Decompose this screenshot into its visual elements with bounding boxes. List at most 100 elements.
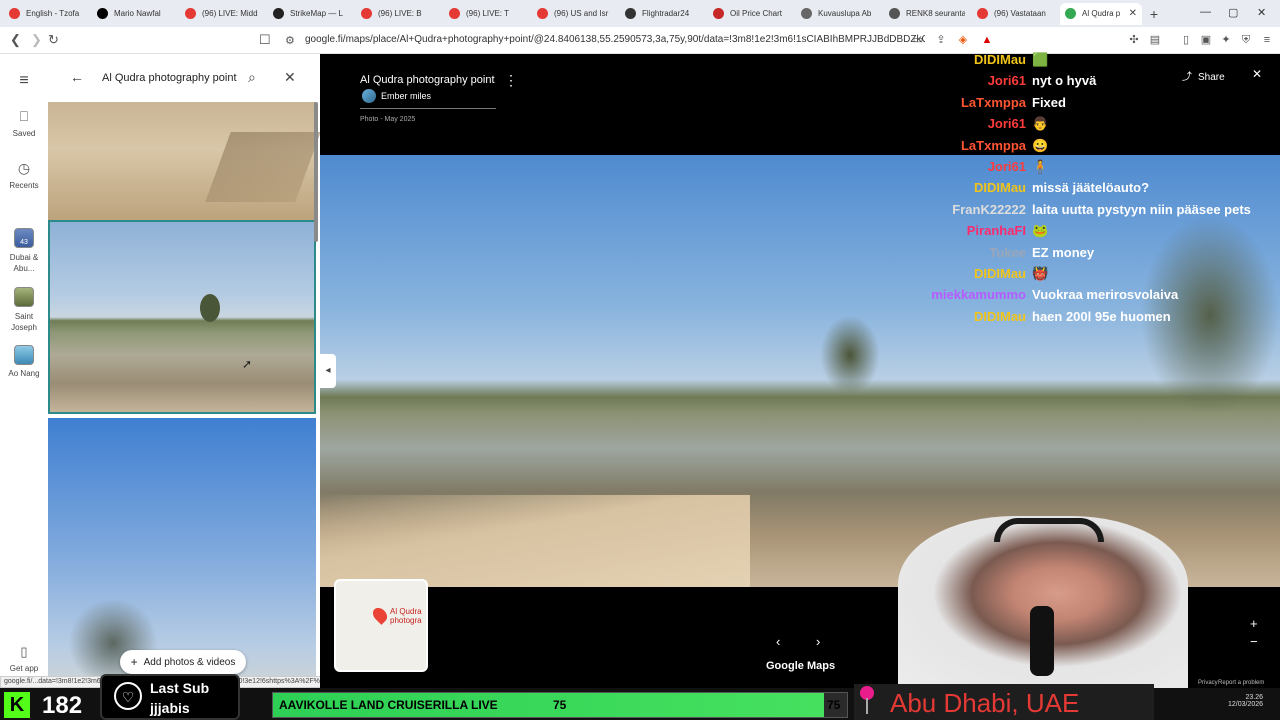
tab-label: (96) US and Isr (554, 9, 609, 18)
recent-label: Ao Nang (8, 369, 40, 378)
author-avatar[interactable] (362, 89, 376, 103)
google-maps-brand: Google Maps (766, 660, 836, 672)
place-title: Al Qudra photography point (360, 74, 495, 86)
microphone-decor (1030, 606, 1054, 676)
url-field[interactable]: google.fi/maps/place/Al+Qudra+photograph… (305, 34, 925, 45)
chat-username: FranK22222 (952, 201, 1026, 217)
kick-logo-icon: K (4, 692, 30, 718)
recent-thumb (14, 345, 34, 365)
menu-icon[interactable]: ≡ (1260, 33, 1274, 47)
tab-label: RENK8 seuranta (906, 9, 965, 18)
tab-favicon-icon (801, 8, 812, 19)
webcam-overlay (898, 516, 1188, 688)
clock-time: 23.26 (1245, 694, 1264, 701)
browser-tab[interactable]: (96) US and Isr (532, 3, 618, 25)
browser-tab[interactable]: (96) LIVE: T (444, 3, 530, 25)
tab-search-icon[interactable]: ▤ (1148, 33, 1162, 47)
minimap[interactable]: Al Qudra photogra (334, 579, 428, 672)
browser-tab[interactable]: English - Tzofa (4, 3, 90, 25)
tab-label: English - Tzofa (26, 9, 80, 18)
more-options-icon[interactable]: ⋮ (504, 72, 518, 89)
zoom-in-icon[interactable]: + (1250, 616, 1258, 631)
browser-tab[interactable]: Oil Price Chart (708, 3, 794, 25)
photo-thumbnail[interactable] (48, 418, 316, 688)
chat-text: nyt o hyvä (1032, 73, 1097, 89)
browser-tab[interactable]: Al Qudra p ✕ (1060, 2, 1142, 25)
saved-label: Saved (12, 129, 36, 138)
minimize-icon[interactable]: — (1200, 6, 1211, 18)
saved-button[interactable]: ⎕ Saved (0, 108, 48, 138)
clear-search-icon[interactable]: ✕ (284, 69, 296, 86)
browser-tab[interactable]: Flightradar24 (620, 3, 706, 25)
recent-item-ao-nang[interactable]: Ao Nang (0, 345, 48, 378)
maximize-icon[interactable]: ▢ (1228, 6, 1238, 19)
report-problem-link[interactable]: Report a problem (1218, 680, 1264, 686)
wallet-icon[interactable]: ▣ (1199, 33, 1213, 47)
new-tab-icon[interactable]: + (1144, 6, 1164, 22)
tab-favicon-icon (97, 8, 108, 19)
collapse-panel-button[interactable]: ◂ (320, 354, 336, 388)
browser-tab[interactable]: Kuvauslupa Ab (796, 3, 882, 25)
photo-thumbnail[interactable] (48, 102, 320, 220)
get-app-button[interactable]: ▯ Get app (0, 644, 48, 673)
chat-text: 👨 (1032, 116, 1049, 132)
cast-icon[interactable]: ▭ (911, 33, 925, 47)
vpn-icon[interactable]: ⛨ (1239, 33, 1253, 47)
recent-item-dubai[interactable]: 43 Dubai & Abu... (0, 228, 48, 274)
chat-message: DIDIMau missä jäätelöauto? (800, 180, 1280, 200)
site-info-icon[interactable]: ⚙ (285, 34, 295, 47)
last-sub-card: ♡ Last Sub jjjabis (100, 674, 240, 720)
search-input[interactable]: Al Qudra photography point (102, 72, 237, 84)
browser-tab[interactable]: Mario Nawfal (92, 3, 178, 25)
recent-thumb (14, 287, 34, 307)
chat-text: laita uutta pystyyn niin pääsee pets (1032, 201, 1251, 217)
recent-count-badge: 43 (20, 239, 28, 246)
search-icon[interactable]: ⌕ (248, 69, 256, 86)
share-icon[interactable]: ⇪ (934, 33, 948, 47)
tab-label: Mario Nawfal (114, 9, 161, 18)
leo-icon[interactable]: ✦ (1219, 33, 1233, 47)
browser-tab[interactable]: (96) Vastataan (972, 3, 1058, 25)
author-name[interactable]: Ember miles (381, 91, 431, 101)
bookmark-icon[interactable]: ☐ (259, 32, 271, 48)
forward-icon[interactable]: ❯ (31, 32, 42, 48)
recents-button[interactable]: ◷ Recents (0, 160, 48, 190)
chat-text: 👹 (1032, 266, 1049, 281)
photo-grid-panel: ➚ + Add photos & videos (48, 54, 320, 688)
brave-shield-icon[interactable]: ◈ (956, 33, 970, 47)
add-photos-label: Add photos & videos (143, 656, 236, 668)
hamburger-menu-icon[interactable]: ≡ (0, 72, 48, 90)
browser-tab[interactable]: RENK8 seuranta (884, 3, 970, 25)
privacy-link[interactable]: Privacy (1198, 680, 1218, 686)
tab-favicon-icon (9, 8, 20, 19)
chat-username: miekkamummo (931, 287, 1026, 303)
rewards-icon[interactable]: ▲ (980, 33, 994, 47)
back-arrow-icon[interactable]: ← (70, 69, 84, 85)
browser-tab[interactable]: StrikeMap — L (268, 3, 354, 25)
tab-label: (96) LIVE: B (378, 9, 422, 18)
goal-current: 75 (553, 698, 567, 712)
panel-scrollbar[interactable] (314, 102, 318, 242)
next-photo-icon[interactable]: › (816, 634, 820, 649)
chat-message: DIDIMau 🟩 (800, 52, 1280, 72)
extensions-icon[interactable]: ✣ (1127, 33, 1141, 47)
history-icon: ◷ (17, 160, 31, 176)
browser-tab[interactable]: (96) LIVE: Midd (180, 3, 266, 25)
tab-label: (96) Vastataan (994, 9, 1046, 18)
stream-overlay-bar: K 182 ♡ Last Sub jjjabis AAVIKOLLE LAND … (0, 674, 1280, 720)
sidebar-icon[interactable]: ▯ (1179, 33, 1193, 47)
bookmark-icon: ⎕ (19, 108, 29, 124)
add-photos-button[interactable]: + Add photos & videos (120, 650, 246, 674)
photo-thumbnail-selected[interactable]: ➚ (48, 220, 316, 414)
close-window-icon[interactable]: ✕ (1257, 6, 1266, 19)
zoom-out-icon[interactable]: − (1250, 634, 1258, 649)
chat-message: PiranhaFI 🐸 (800, 223, 1280, 243)
chat-text: haen 200l 95e huomen (1032, 308, 1171, 324)
back-icon[interactable]: ❮ (10, 32, 21, 48)
recent-item-saint-joseph[interactable]: Saint Joseph (0, 287, 48, 333)
reload-icon[interactable]: ↻ (48, 32, 59, 48)
goal-target: 75 (827, 698, 841, 712)
browser-tab[interactable]: (96) LIVE: B (356, 3, 442, 25)
prev-photo-icon[interactable]: ‹ (776, 634, 780, 649)
close-tab-icon[interactable]: ✕ (1129, 8, 1137, 19)
